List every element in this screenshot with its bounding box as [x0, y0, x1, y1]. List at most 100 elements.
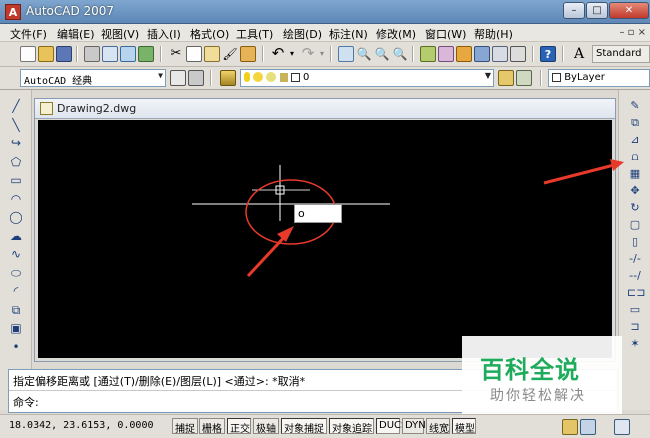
menu-dimension[interactable]: 标注(N): [329, 26, 368, 42]
drawing-title-bar[interactable]: Drawing2.dwg: [35, 99, 615, 119]
save-workspace-icon[interactable]: [188, 70, 204, 86]
open-icon[interactable]: [38, 46, 54, 62]
erase-icon[interactable]: ✎: [627, 98, 643, 114]
zoom-previous-icon[interactable]: 🔍: [392, 46, 408, 62]
circle-icon[interactable]: ◯: [8, 209, 24, 225]
layer-select[interactable]: 0 ▼: [240, 69, 494, 87]
status-toggle-2[interactable]: 正交: [227, 418, 251, 435]
tool-palettes-icon[interactable]: [456, 46, 472, 62]
make-object-layer-current-icon[interactable]: [498, 70, 514, 86]
document-window-controls[interactable]: – ▫ ×: [619, 27, 646, 38]
polygon-icon[interactable]: ⬠: [8, 154, 24, 170]
lock-toolbar-icon[interactable]: [562, 419, 578, 435]
status-toggle-7[interactable]: DYN: [402, 418, 426, 434]
status-toggle-3[interactable]: 极轴: [253, 418, 279, 435]
title-bar[interactable]: A AutoCAD 2007 – □ ✕: [0, 0, 650, 24]
point-icon[interactable]: •: [8, 339, 24, 355]
markup-icon[interactable]: [492, 46, 508, 62]
status-toggle-0[interactable]: 捕捉: [172, 418, 198, 435]
menu-modify[interactable]: 修改(M): [376, 26, 416, 42]
maximize-button[interactable]: □: [586, 2, 608, 19]
chamfer-icon[interactable]: ▭: [627, 302, 643, 318]
line-icon[interactable]: ╱: [8, 98, 24, 114]
fillet-icon[interactable]: ⊐: [627, 319, 643, 335]
design-center-icon[interactable]: [438, 46, 454, 62]
close-button[interactable]: ✕: [609, 2, 649, 19]
new-icon[interactable]: [20, 46, 36, 62]
3d-dwf-icon[interactable]: [138, 46, 154, 62]
status-toggle-1[interactable]: 栅格: [199, 418, 225, 435]
status-toggle-9[interactable]: 模型: [452, 418, 476, 435]
autocad-app-icon[interactable]: A: [5, 4, 21, 20]
redo-icon[interactable]: ↷: [300, 46, 316, 62]
paste-icon[interactable]: [204, 46, 220, 62]
layer-thaw-icon: [253, 72, 264, 82]
communication-center-icon[interactable]: [580, 419, 596, 435]
model-space-canvas[interactable]: o: [38, 120, 612, 358]
explode-icon[interactable]: ✶: [627, 336, 643, 352]
layer-previous-icon[interactable]: [516, 70, 532, 86]
rotate-icon[interactable]: ↻: [627, 200, 643, 216]
extend-icon[interactable]: --/: [627, 268, 643, 284]
help-icon[interactable]: ?: [540, 46, 556, 62]
polyline-icon[interactable]: ↪: [8, 135, 24, 151]
break-icon[interactable]: ⊏⊐: [627, 285, 645, 301]
undo-icon[interactable]: ↶: [270, 46, 286, 62]
status-toggle-6[interactable]: DUCS: [376, 418, 407, 434]
text-style-select[interactable]: Standard: [592, 45, 650, 63]
status-bar: 18.0342, 23.6153, 0.0000 捕捉 栅格 正交 极轴 对象捕捉 对象追…: [0, 414, 650, 438]
menu-edit[interactable]: 编辑(E): [57, 26, 95, 42]
revision-cloud-icon[interactable]: ☁: [8, 228, 24, 244]
pan-icon[interactable]: [338, 46, 354, 62]
command-prompt[interactable]: 命令:: [13, 394, 39, 410]
ellipse-arc-icon[interactable]: ◜: [8, 283, 24, 299]
block-editor-icon[interactable]: [240, 46, 256, 62]
properties-icon[interactable]: [420, 46, 436, 62]
menu-tools[interactable]: 工具(T): [236, 26, 273, 42]
clean-screen-icon[interactable]: [614, 419, 630, 435]
plot-preview-icon[interactable]: [102, 46, 118, 62]
menu-draw[interactable]: 绘图(D): [283, 26, 322, 42]
rectangle-icon[interactable]: ▭: [8, 172, 24, 188]
publish-icon[interactable]: [120, 46, 136, 62]
stretch-icon[interactable]: ▯: [627, 234, 643, 250]
spline-icon[interactable]: ∿: [8, 246, 24, 262]
menu-file[interactable]: 文件(F): [10, 26, 47, 42]
status-toggle-5[interactable]: 对象追踪: [329, 418, 374, 435]
menu-insert[interactable]: 插入(I): [147, 26, 181, 42]
mirror-icon[interactable]: ⊿: [627, 132, 643, 148]
sheet-set-icon[interactable]: [474, 46, 490, 62]
layer-manager-icon[interactable]: [220, 70, 236, 86]
menu-bar: 文件(F) 编辑(E) 视图(V) 插入(I) 格式(O) 工具(T) 绘图(D…: [0, 24, 650, 42]
color-control-select[interactable]: ByLayer: [548, 69, 650, 87]
copy-icon[interactable]: ⧉: [627, 115, 643, 131]
annotation-arrow-line: [543, 163, 615, 185]
make-block-icon[interactable]: ▣: [8, 320, 24, 336]
workspace-settings-icon[interactable]: [170, 70, 186, 86]
arc-icon[interactable]: ◠: [8, 191, 24, 207]
calculator-icon[interactable]: [510, 46, 526, 62]
redo-dropdown-icon[interactable]: ▾: [320, 46, 336, 62]
zoom-window-icon[interactable]: 🔍: [374, 46, 390, 62]
zoom-realtime-icon[interactable]: 🔍: [356, 46, 372, 62]
ellipse-icon[interactable]: ⬭: [8, 265, 24, 281]
workspace-select[interactable]: AutoCAD 经典 ▼: [20, 69, 166, 87]
status-toggle-4[interactable]: 对象捕捉: [281, 418, 327, 435]
status-toggle-8[interactable]: 线宽: [426, 418, 450, 435]
match-properties-icon[interactable]: 🖌: [222, 46, 238, 62]
menu-view[interactable]: 视图(V): [101, 26, 139, 42]
menu-format[interactable]: 格式(O): [190, 26, 229, 42]
print-icon[interactable]: [84, 46, 100, 62]
menu-window[interactable]: 窗口(W): [425, 26, 466, 42]
coordinate-readout[interactable]: 18.0342, 23.6153, 0.0000: [9, 420, 154, 431]
copy-icon[interactable]: [186, 46, 202, 62]
save-icon[interactable]: [56, 46, 72, 62]
minimize-button[interactable]: –: [563, 2, 585, 19]
construction-line-icon[interactable]: ╲: [8, 117, 24, 133]
cut-icon[interactable]: ✂: [168, 46, 184, 62]
insert-block-icon[interactable]: ⧉: [8, 302, 24, 318]
menu-help[interactable]: 帮助(H): [474, 26, 513, 42]
dynamic-input-box[interactable]: o: [294, 204, 342, 223]
trim-icon[interactable]: -/-: [627, 251, 643, 267]
scale-icon[interactable]: ▢: [627, 217, 643, 233]
